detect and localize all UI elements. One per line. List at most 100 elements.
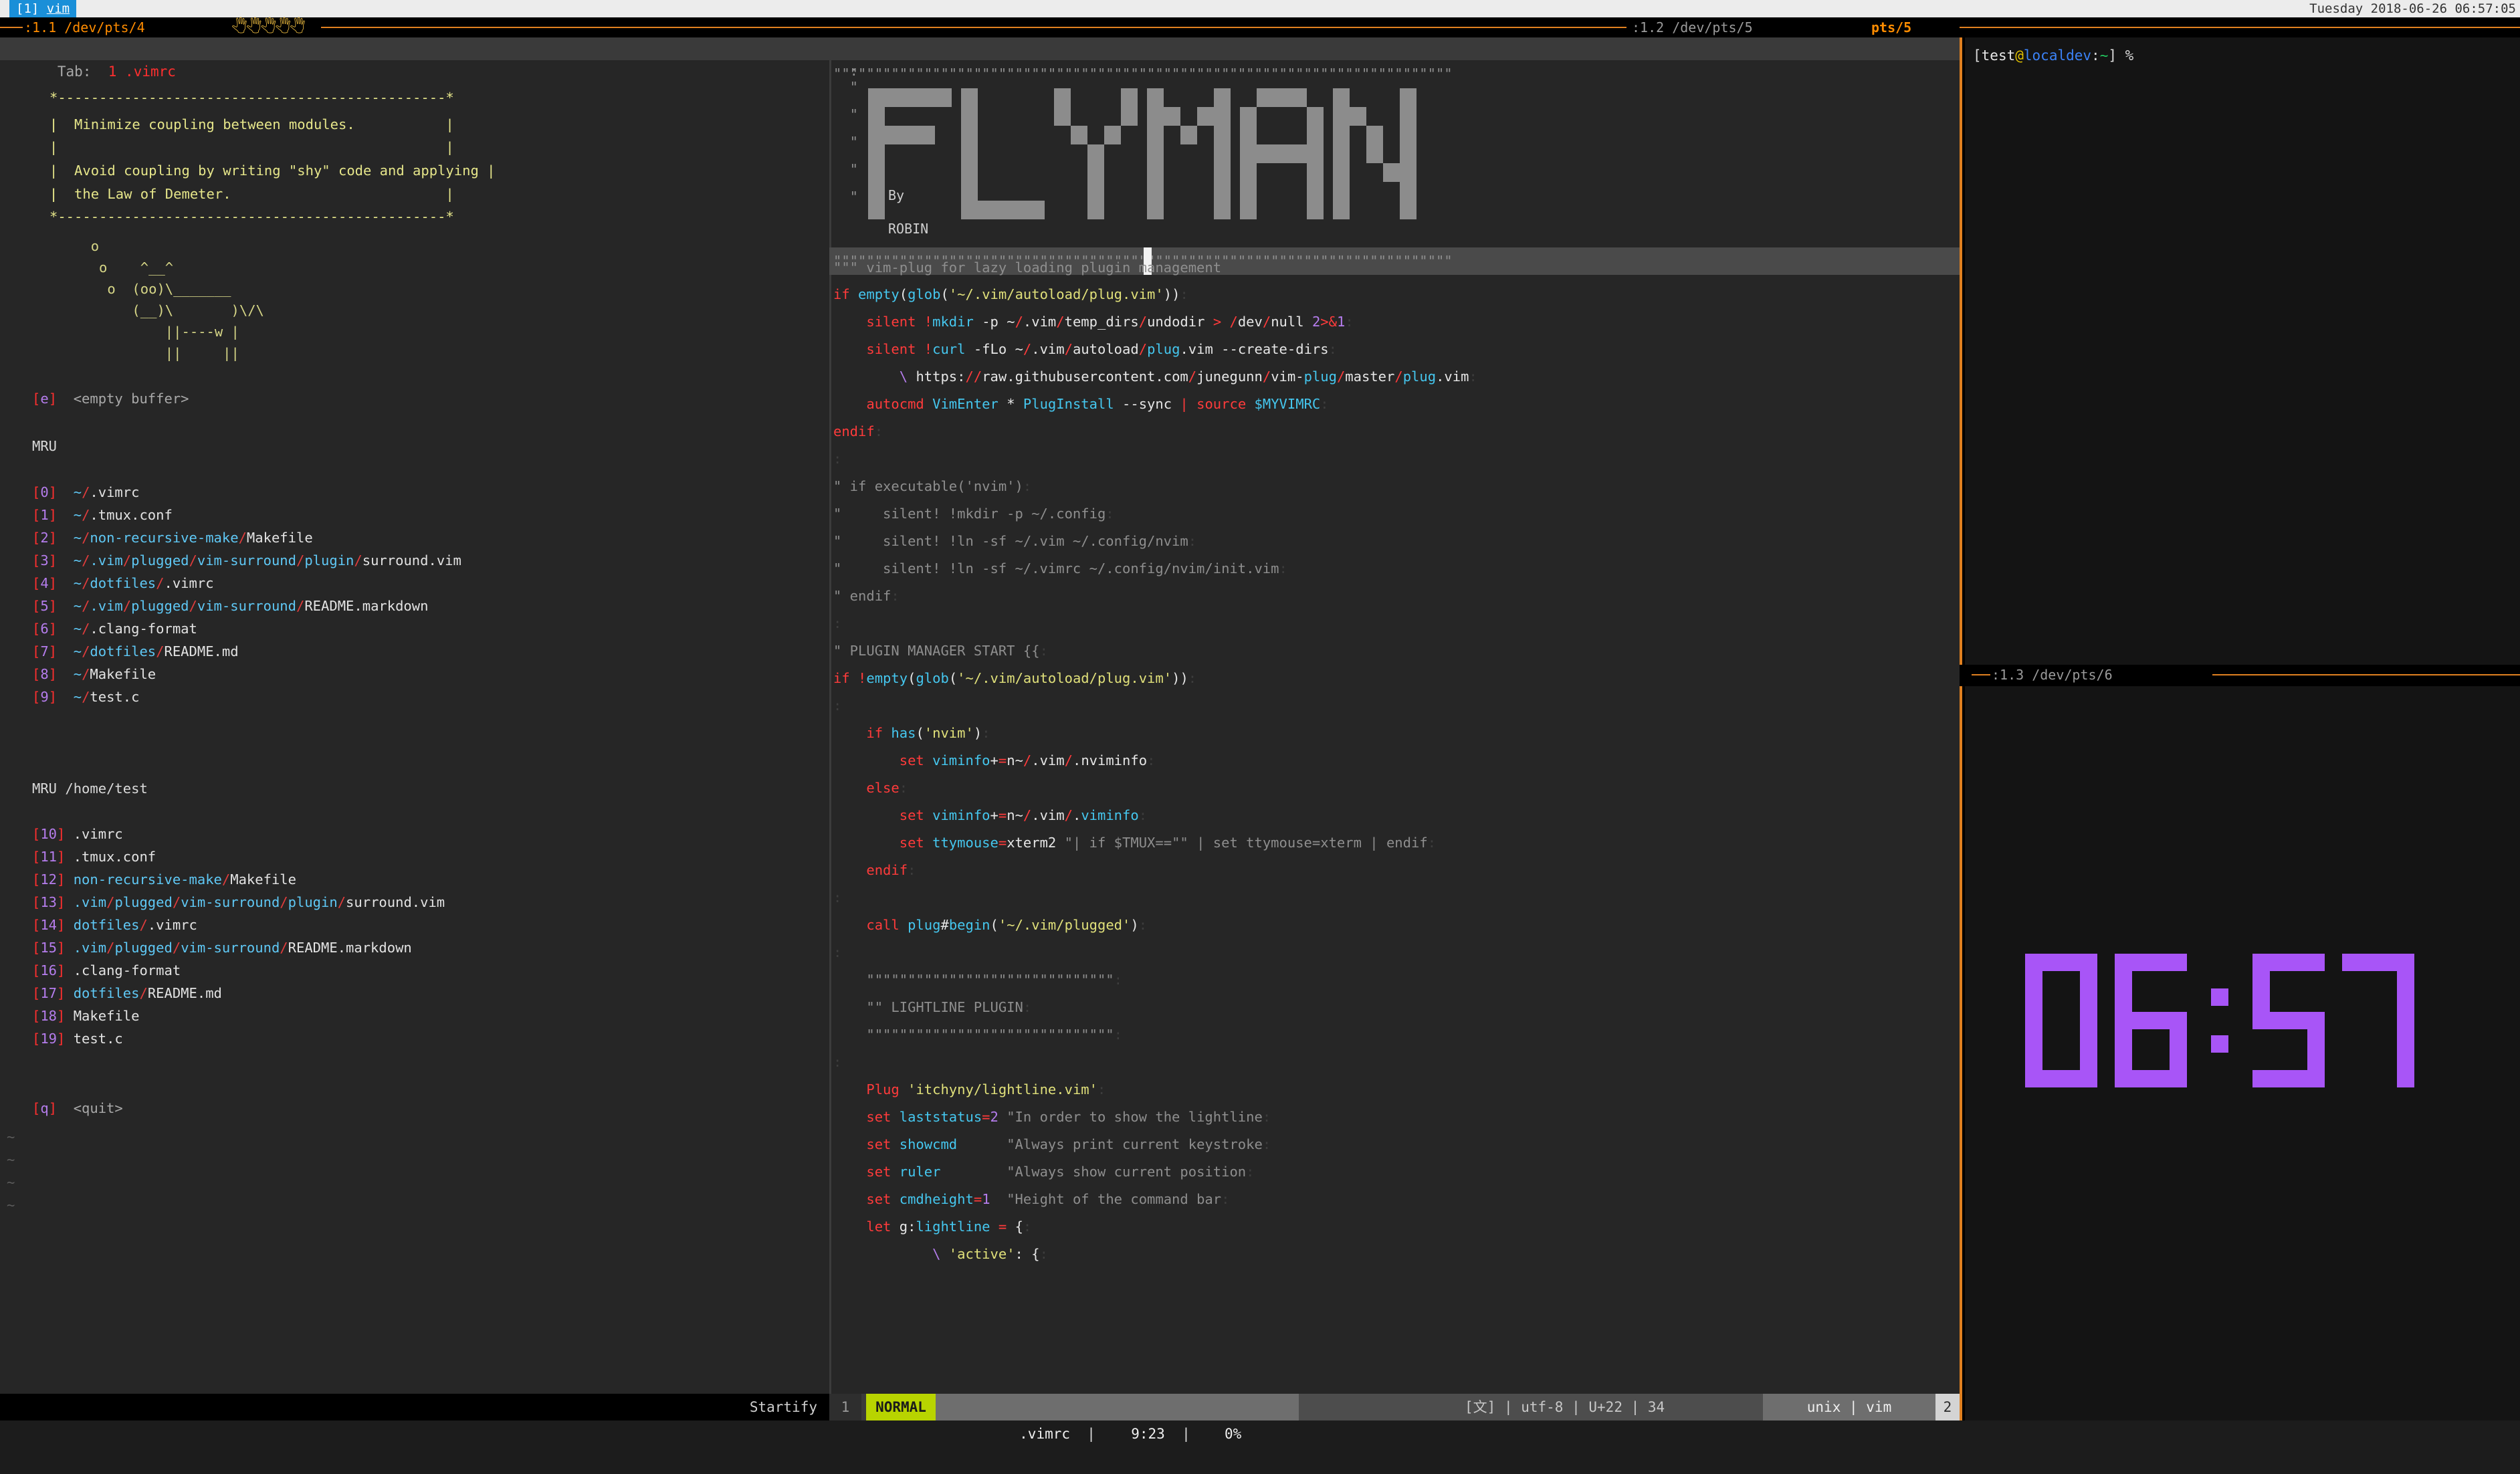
code-line: set ttymouse=xterm2 "| if $TMUX=="" | se…: [899, 835, 1437, 851]
statusline-charcode: 34: [1647, 1399, 1665, 1415]
code-line: Plug 'itchyny/lightline.vim':: [866, 1081, 1106, 1097]
startify-entry-label: <empty buffer>: [73, 391, 189, 407]
vim-statusline: Startify 1 NORMAL .vimrc | 9:23 | 0% [文]…: [0, 1394, 1960, 1442]
code-line: set ruler "Always show current position:: [866, 1164, 1255, 1180]
code-line: """""""""""""""""""""""""""""":: [833, 1027, 1122, 1043]
startify-screen[interactable]: *---------------------------------------…: [0, 60, 829, 1420]
code-line: \ 'active': {:: [932, 1246, 1048, 1262]
pane-title-2: :1.2 /dev/pts/5: [1632, 19, 1753, 35]
code-line: if empty(glob('~/.vim/autoload/plug.vim'…: [833, 286, 1188, 302]
statusline-startify-label: Startify: [0, 1394, 829, 1420]
prompt-sigil: %: [2125, 47, 2134, 64]
code-rule-line: """"""""""""""""""""""""""""""""""""""""…: [833, 66, 1453, 82]
statusline-fileformat: unix: [1806, 1399, 1841, 1415]
code-line: let g:lightline = {:: [866, 1219, 1032, 1235]
code-line: " silent! !mkdir -p ~/.config:: [833, 506, 1114, 522]
code-line: \ https://raw.githubusercontent.com/june…: [899, 368, 1477, 385]
prompt-at-symbol: @: [2015, 47, 2024, 64]
tmux-window-tab[interactable]: [1] vim: [9, 0, 77, 17]
prompt-user: test: [1981, 47, 2016, 64]
startify-quote-box-top: *---------------------------------------…: [49, 90, 454, 106]
terminal-pane-1[interactable]: [test@localdev:~] %: [1965, 37, 2520, 665]
vimrc-buffer[interactable]: : " " " " " By ROBIN """""""""""""""""""…: [829, 60, 1960, 1394]
pane-title-2-active: pts/5: [1871, 19, 1912, 35]
statusline-encoding: utf-8: [1521, 1399, 1564, 1415]
pane-border-row: :1.1 /dev/pts/4 🖑🖑🖑🖑🖑 :1.2 /dev/pts/5 pt…: [0, 17, 2520, 37]
code-line: :: [833, 615, 842, 631]
pane-3-border-row: :1.3 /dev/pts/6: [1960, 665, 2520, 686]
code-line: " silent! !ln -sf ~/.vimrc ~/.config/nvi…: [833, 560, 1287, 576]
hand-wave-icon: 🖑🖑🖑🖑🖑: [231, 19, 306, 35]
statusline-percent: 0%: [1225, 1426, 1242, 1442]
code-line: :: [833, 698, 842, 714]
code-header-comment: """ vim-plug for lazy loading plugin man…: [833, 259, 1222, 276]
code-line: silent !mkdir -p ~/.vim/temp_dirs/undodi…: [866, 314, 1354, 330]
code-line: :: [833, 944, 842, 960]
statusline-window-number: 1: [829, 1394, 861, 1420]
statusline-filetype: vim: [1866, 1399, 1892, 1415]
shell-prompt: [test@localdev:~] %: [1973, 45, 2133, 66]
border-line-p3-right: [2212, 674, 2520, 675]
startify-mru-entry[interactable]: [9] ~/test.c: [32, 683, 139, 711]
code-line: set viminfo+=n~/.vim/.viminfo:: [899, 807, 1148, 823]
statusline-tabcount: 2: [1935, 1394, 1960, 1420]
startify-mru-cwd-header: MRU /home/test: [32, 780, 148, 797]
statusline-char-info: [文] | utf-8 | U+22 | 34: [1465, 1399, 1665, 1415]
border-line-right: [1960, 27, 2520, 28]
code-line: :: [833, 889, 842, 906]
statusline-charmode: [文]: [1465, 1399, 1496, 1415]
startify-mru-header: MRU: [32, 438, 58, 454]
statusline-mode: NORMAL: [866, 1394, 936, 1420]
code-line: """""""""""""""""""""""""""""":: [833, 972, 1122, 988]
prompt-open-bracket: [: [1973, 47, 1982, 64]
tmux-datetime: Tuesday 2018-06-26 06:57:05: [2309, 1, 2516, 16]
code-line: set cmdheight=1 "Height of the command b…: [866, 1191, 1230, 1207]
startify-key: e: [40, 391, 49, 407]
code-line: " endif:: [833, 588, 900, 604]
prompt-close-bracket: ]: [2108, 47, 2125, 64]
code-line: set showcmd "Always print current keystr…: [866, 1136, 1271, 1152]
code-line: " silent! !ln -sf ~/.vim ~/.config/nvim:: [833, 533, 1197, 549]
startify-entry-quit[interactable]: [q] <quit>: [32, 1095, 123, 1122]
startify-entry-empty-buffer[interactable]: [e] <empty buffer>: [32, 385, 189, 413]
code-line: "" LIGHTLINE PLUGIN:: [833, 999, 1032, 1015]
right-pane-column: [test@localdev:~] % :1.3 /dev/pts/6: [1960, 37, 2520, 1420]
code-line: if !empty(glob('~/.vim/autoload/plug.vim…: [833, 670, 1197, 686]
code-line: :: [833, 1054, 842, 1070]
code-line: if has('nvim'):: [866, 725, 990, 741]
border-line-mid: [321, 27, 1626, 28]
pane-title-3: :1.3 /dev/pts/6: [1992, 667, 2113, 683]
vim-tabline[interactable]: Tab: 1 .vimrc /home/test: [0, 37, 1960, 102]
prompt-path: ~: [2099, 47, 2109, 64]
tmux-window-index: [1]: [16, 1, 47, 16]
terminal-pane-2-clock[interactable]: [1965, 686, 2520, 1420]
prompt-colon: :: [2091, 47, 2100, 64]
cow-art-line: || ||: [49, 345, 239, 361]
startify-mru-entry[interactable]: [19] test.c: [32, 1025, 123, 1053]
pane-title-1: :1.1 /dev/pts/4: [24, 19, 145, 35]
tmux-status-bar: [1] vim Tuesday 2018-06-26 06:57:05: [0, 0, 2520, 17]
code-line: autocmd VimEnter * PlugInstall --sync | …: [866, 396, 1329, 412]
code-line: call plug#begin('~/.vim/plugged'):: [866, 917, 1148, 933]
code-line: endif:: [833, 423, 883, 439]
statusline-file-info: .vimrc | 9:23 | 0%: [936, 1394, 1299, 1442]
prompt-host: localdev: [2023, 47, 2092, 64]
statusline-filename: .vimrc: [1019, 1426, 1071, 1442]
pane-accent-bar: [1960, 37, 1962, 1420]
code-line: endif:: [866, 862, 916, 878]
code-line: :: [833, 451, 842, 467]
tmux-window-name: vim: [46, 1, 70, 16]
statusline-codepoint: U+22: [1588, 1399, 1622, 1415]
statusline-format-info: unix | vim: [1763, 1394, 1935, 1420]
startify-key: q: [40, 1100, 49, 1116]
border-line-left: [0, 27, 23, 28]
code-line: " PLUGIN MANAGER START {{:: [833, 643, 1048, 659]
code-line: set viminfo+=n~/.vim/.nviminfo:: [899, 752, 1156, 768]
border-line-p3-left: [1972, 674, 1990, 675]
code-line: else:: [866, 780, 908, 796]
flyman-banner: : " " " " " By ROBIN: [829, 60, 1960, 247]
vim-pane[interactable]: Tab: 1 .vimrc /home/test *--------------…: [0, 37, 1960, 1442]
statusline-lineinfo: 9:23: [1131, 1426, 1165, 1442]
banner-author: By ROBIN: [888, 187, 929, 237]
empty-line-tilde: ~: [7, 1197, 15, 1213]
